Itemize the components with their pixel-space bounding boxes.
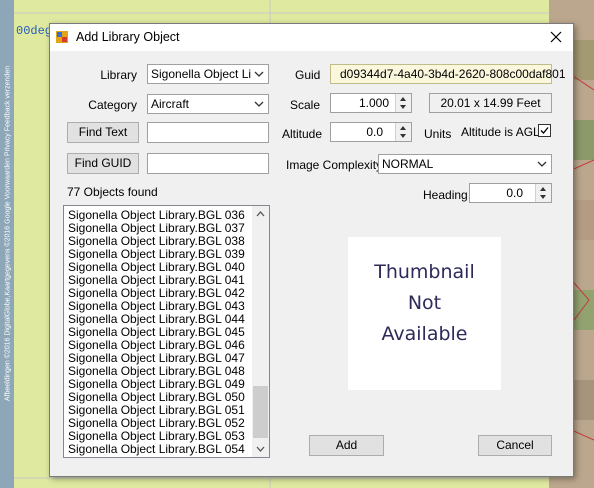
spin-up-icon[interactable]: [400, 126, 406, 130]
spin-down-icon[interactable]: [400, 105, 406, 109]
find-guid-button[interactable]: Find GUID: [67, 153, 139, 174]
scale-label: Scale: [290, 98, 321, 112]
heading-value: 0.0: [506, 186, 523, 200]
map-attribution-strip: Afbeeldingen ©2016 DigitalGlobe,Kaartgeg…: [0, 0, 14, 488]
thumbnail-text-line2: Not: [407, 292, 442, 314]
spinner-arrows[interactable]: [535, 184, 551, 202]
scroll-up-icon[interactable]: [252, 206, 269, 223]
category-label: Category: [88, 98, 137, 112]
image-complexity-value: NORMAL: [382, 157, 434, 171]
thumbnail-text-line1: Thumbnail: [374, 261, 475, 283]
units-label: Units: [424, 127, 452, 141]
dialog-titlebar[interactable]: Add Library Object: [50, 24, 573, 51]
list-scrollbar[interactable]: [252, 206, 269, 457]
scale-value: 1.000: [358, 96, 389, 110]
library-select-value: Sigonella Object Libra: [151, 67, 251, 81]
spinner-arrows[interactable]: [395, 123, 411, 141]
altitude-value: 0.0: [366, 125, 383, 139]
chevron-down-icon: [254, 101, 264, 107]
altitude-spinner[interactable]: 0.0: [330, 122, 412, 142]
library-select[interactable]: Sigonella Object Libra: [147, 64, 269, 84]
chevron-down-icon: [537, 161, 547, 167]
guid-value: d09344d7-4a40-3b4d-2620-808c00daf801: [340, 67, 566, 81]
add-button[interactable]: Add: [309, 435, 384, 456]
list-items: Sigonella Object Library.BGL 036 Sigonell…: [68, 209, 245, 456]
altitude-agl-label: Altitude is AGL: [461, 125, 540, 139]
checkmark-icon: [540, 127, 549, 134]
find-guid-input[interactable]: [147, 153, 269, 174]
objects-found-count: 77 Objects found: [67, 185, 158, 199]
scrollbar-thumb[interactable]: [253, 386, 268, 438]
heading-label: Heading: [423, 188, 468, 202]
close-icon: [550, 31, 562, 43]
spin-down-icon[interactable]: [400, 134, 406, 138]
image-complexity-select[interactable]: NORMAL: [378, 154, 552, 174]
library-label: Library: [100, 68, 137, 82]
add-library-object-dialog: Add Library Object Library Sigonella Obj…: [49, 23, 574, 477]
guid-field[interactable]: d09344d7-4a40-3b4d-2620-808c00daf801: [330, 64, 566, 84]
library-object-list[interactable]: Sigonella Object Library.BGL 036 Sigonell…: [63, 205, 270, 458]
app-icon: [56, 31, 68, 43]
spin-up-icon[interactable]: [400, 97, 406, 101]
category-select[interactable]: Aircraft: [147, 94, 269, 114]
guid-label: Guid: [295, 68, 321, 82]
cancel-button[interactable]: Cancel: [478, 435, 552, 456]
list-item[interactable]: Sigonella Object Library.BGL 054: [68, 443, 245, 456]
image-complexity-label: Image Complexity: [286, 158, 383, 172]
spin-down-icon[interactable]: [540, 195, 546, 199]
heading-spinner[interactable]: 0.0: [469, 183, 552, 203]
altitude-label: Altitude: [282, 127, 323, 141]
find-text-input[interactable]: [147, 122, 269, 143]
thumbnail-preview: Thumbnail Not Available: [348, 237, 501, 390]
close-button[interactable]: [545, 26, 567, 48]
thumbnail-text-line3: Available: [381, 323, 468, 345]
map-coordinate-text: 00deg: [16, 24, 53, 38]
scroll-down-icon[interactable]: [252, 440, 269, 457]
scale-spinner[interactable]: 1.000: [330, 93, 412, 113]
category-select-value: Aircraft: [151, 97, 190, 111]
object-size-display: 20.01 x 14.99 Feet: [429, 93, 552, 113]
chevron-down-icon: [254, 71, 264, 77]
altitude-agl-checkbox[interactable]: [538, 124, 551, 137]
spin-up-icon[interactable]: [540, 187, 546, 191]
find-text-button[interactable]: Find Text: [67, 122, 139, 143]
dialog-title: Add Library Object: [76, 30, 180, 44]
map-attribution: Afbeeldingen ©2016 DigitalGlobe,Kaartgeg…: [4, 65, 12, 402]
spinner-arrows[interactable]: [395, 94, 411, 112]
